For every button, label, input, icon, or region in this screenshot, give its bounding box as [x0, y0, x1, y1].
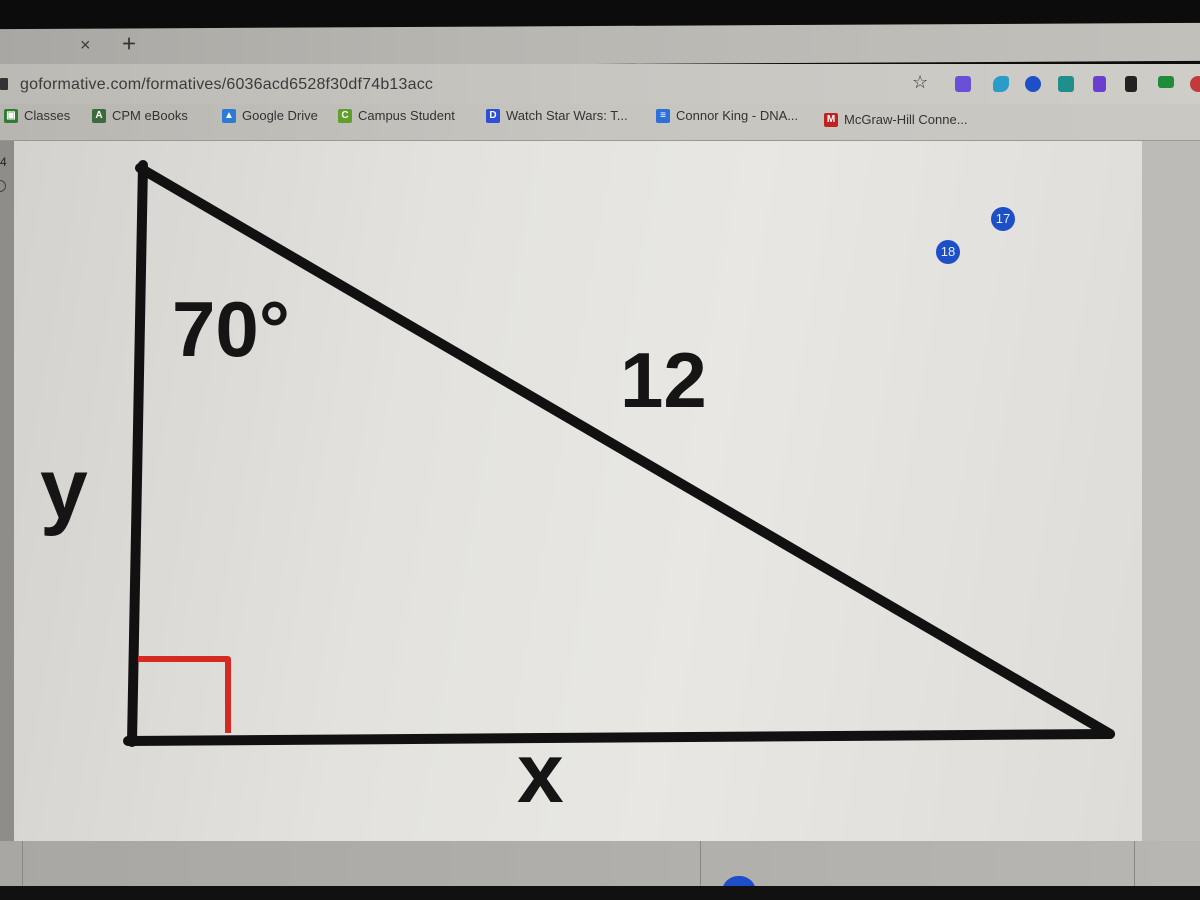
panel-divider: [1134, 841, 1135, 886]
triangle-side-vertical: [127, 160, 148, 747]
side-y-label: y: [40, 441, 88, 537]
hypotenuse-label: 12: [620, 336, 707, 424]
screen-bezel: [0, 886, 1200, 900]
angle-label: 70°: [172, 285, 290, 373]
triangle-hypotenuse: [135, 163, 1115, 739]
triangle-figure: [123, 160, 1115, 747]
panel-divider: [22, 841, 23, 886]
bottom-panel: [0, 841, 1200, 886]
right-angle-marker: [138, 656, 231, 733]
triangle-side-horizontal: [123, 729, 1115, 746]
side-x-label: x: [517, 726, 564, 820]
panel-divider: [700, 841, 701, 886]
